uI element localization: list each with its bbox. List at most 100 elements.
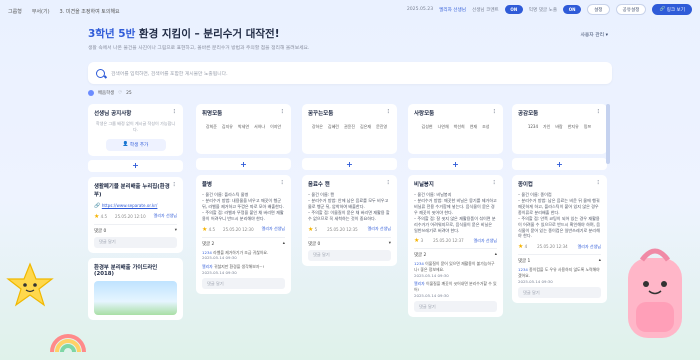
add-student-button[interactable]: 👤 학생 추가 xyxy=(105,138,166,151)
breadcrumb-item[interactable]: 부서(기) xyxy=(32,8,50,15)
column-title: 꿈꾸는모둠 xyxy=(308,111,334,117)
column-title-row: 사랑모둠 ⋮ xyxy=(414,109,497,117)
post-body: – 물건 이름: 종이컵 – 분리수거 방법: 남은 음료는 비운 뒤 물에 헹… xyxy=(518,192,600,239)
meta-author: 배움학생 xyxy=(98,91,115,96)
comment-row[interactable]: 댓글 2 ▴ xyxy=(414,248,497,258)
add-post-button[interactable]: + xyxy=(196,158,291,170)
comment-input[interactable]: 댓글 달기 xyxy=(308,249,391,261)
post-card[interactable]: 음료수 캔 ⋮ – 물건 이름: 캔 – 분리수거 방법: 안에 남은 음료를 … xyxy=(302,175,397,266)
board-title: 환경 지킴이 – 분리수거 대작전! xyxy=(138,28,280,40)
comment-time: 2025.05.14 09:30 xyxy=(414,272,449,278)
column-group: 꿈꾸는모둠 ⋮ 강하은 김혜린 권윤진 김은재 문진영 + 음료수 캔 ⋮ – … xyxy=(302,104,397,266)
star-icon: ★ xyxy=(202,225,208,233)
rainbow-icon xyxy=(50,334,86,352)
post-card[interactable]: 생활폐기물 분리배출 누리집(환경부) ⋮ 🔗 https://www.sepa… xyxy=(88,176,183,253)
post-title: 종이컵 xyxy=(518,182,533,188)
comment-text: 이물질을 깨끗이 씻어내면 분리수거할 수 있어! xyxy=(414,281,497,293)
top-controls: 2025.05.23 엘리자 선생님 선생님 코멘트 ON 익명 댓글 노출 O… xyxy=(407,4,692,15)
column-description: 학생은 그룹 배정 없이 게시글 작성이 가능합니다. xyxy=(95,121,176,132)
add-icon: + xyxy=(346,159,353,169)
rating: ★ 4.5 xyxy=(94,213,107,220)
comment-row[interactable]: 댓글 1 ▴ xyxy=(518,254,601,264)
comment-row[interactable]: 댓글 0 ▾ xyxy=(308,236,391,247)
horizontal-scrollbar[interactable] xyxy=(606,104,610,164)
post-link-row: 🔗 https://www.separate.or.kr/ xyxy=(94,203,177,209)
comment-count: 댓글 2 xyxy=(202,241,215,247)
teacher-comment-toggle[interactable]: ON xyxy=(504,5,523,14)
comment-row[interactable]: 댓글 2 ▴ xyxy=(202,236,285,247)
search-icon xyxy=(96,68,105,78)
post-link[interactable]: https://www.separate.or.kr/ xyxy=(102,203,158,208)
comment-input[interactable]: 댓글 달기 xyxy=(518,287,601,299)
column-title: 사랑모둠 xyxy=(414,111,435,117)
post-footer: ★ 4 25.05.20 12:34 엘리자 선생님 xyxy=(518,243,601,250)
search-bar[interactable]: 검색어를 입력하면, 검색어를 포함한 게시물만 노출됩니다. xyxy=(88,62,612,84)
link-view-button[interactable]: 🔗 링크 보기 xyxy=(652,4,692,15)
add-post-button[interactable]: + xyxy=(302,158,397,170)
rating-value: 4 xyxy=(524,244,528,250)
comment-input[interactable]: 댓글 달기 xyxy=(94,236,177,248)
member-tag: 한지유 xyxy=(567,124,579,129)
post-footer: ★ 4.5 25.05.20 12:10 엘리자 선생님 xyxy=(94,213,177,220)
post-title: 환경부 분리배출 가이드라인(2018) xyxy=(94,264,158,277)
more-icon[interactable]: ⋮ xyxy=(492,109,498,117)
post-card[interactable]: 물병 ⋮ – 물건 이름: 플라스틱 물병 – 분리수거 방법: 내용물을 비우… xyxy=(196,175,291,295)
more-icon[interactable]: ⋮ xyxy=(492,180,497,188)
comment-input[interactable]: 댓글 달기 xyxy=(202,278,285,290)
breadcrumb-item[interactable]: 그룹형 xyxy=(8,8,22,15)
add-icon: + xyxy=(132,161,139,171)
member-tag: 바람 xyxy=(555,124,563,129)
member-tags: 김성현 나연채 박선희 연재 조성 xyxy=(414,124,497,130)
add-post-button[interactable]: + xyxy=(88,159,183,172)
add-post-button[interactable]: + xyxy=(408,158,503,170)
page-title: 3학년 5반 환경 지킴이 – 분리수거 대작전! xyxy=(88,26,280,41)
add-student-label: 학생 추가 xyxy=(129,142,149,148)
rating-value: 4.5 xyxy=(208,226,216,232)
column-title: 공감모둠 xyxy=(518,111,539,117)
member-tag: 김은재 xyxy=(360,124,372,129)
column-title: 휘명모둠 xyxy=(202,111,223,117)
class-name: 3학년 5반 xyxy=(88,28,136,40)
add-post-button[interactable]: + xyxy=(512,158,607,170)
post-card[interactable]: 비닐봉지 ⋮ – 물건 이름: 비닐봉지 – 분리수거 방법: 깨끗한 비닐은 … xyxy=(408,175,503,318)
anonymous-comment-label: 익명 댓글 노출 xyxy=(528,7,558,13)
post-date: 25.05.20 12:30 xyxy=(223,226,254,232)
more-icon[interactable]: ⋮ xyxy=(172,182,177,198)
more-icon[interactable]: ⋮ xyxy=(280,180,285,188)
member-tags: 강하은 김혜린 권윤진 김은재 문진영 xyxy=(308,124,391,130)
member-tag: 밍쯔 xyxy=(583,124,592,129)
comment-author: 엘리자 xyxy=(202,263,213,269)
more-icon[interactable]: ⋮ xyxy=(172,109,178,117)
post-card[interactable]: 환경부 분리배출 가이드라인(2018) xyxy=(88,257,183,320)
member-tag: 가인 xyxy=(543,124,551,129)
comment-row[interactable]: 댓글 0 ▾ xyxy=(94,223,177,234)
comment-input[interactable]: 댓글 달기 xyxy=(414,301,497,313)
chevron-down-icon: ▾ xyxy=(605,33,608,38)
share-settings-button[interactable]: 공유설정 xyxy=(615,4,647,15)
meta-count: 25 xyxy=(126,90,132,96)
link-icon: 🔗 xyxy=(94,202,101,209)
comment-count: 댓글 0 xyxy=(94,228,107,234)
search-input[interactable]: 검색어를 입력하면, 검색어를 포함한 게시물만 노출됩니다. xyxy=(111,70,228,77)
user-management-menu[interactable]: 사용자 관리 ▾ xyxy=(580,31,608,38)
comment-time: 2025.05.14 09:30 xyxy=(518,278,553,284)
anonymous-comment-toggle[interactable]: ON xyxy=(563,5,582,14)
post-date: 25.05.20 12:10 xyxy=(115,213,146,219)
chevron-down-icon: ▾ xyxy=(174,227,177,233)
breadcrumb-item[interactable]: 3. 미견을 조정하여 토의해요 xyxy=(60,8,120,15)
more-icon[interactable]: ⋮ xyxy=(596,180,601,188)
rating-value: 3 xyxy=(420,238,424,244)
column-header: 꿈꾸는모둠 ⋮ 강하은 김혜린 권윤진 김은재 문진영 xyxy=(302,104,397,154)
more-icon[interactable]: ⋮ xyxy=(386,180,391,188)
more-icon[interactable]: ⋮ xyxy=(386,109,392,117)
board-subtitle: 생활 속에서 나온 물건을 사진이나 그림으로 표현하고, 올바른 분리수거 방… xyxy=(88,46,310,51)
comment-author: 1234 xyxy=(202,249,212,255)
star-icon: ★ xyxy=(414,237,420,245)
teacher-comment-label: 선생님 코멘트 xyxy=(471,7,499,13)
settings-button[interactable]: 설정 xyxy=(587,4,610,15)
more-icon[interactable]: ⋮ xyxy=(596,109,602,117)
more-icon[interactable]: ⋮ xyxy=(280,109,286,117)
add-icon: + xyxy=(240,159,247,169)
post-card[interactable]: 종이컵 ⋮ – 물건 이름: 종이컵 – 분리수거 방법: 남은 음료는 비운 … xyxy=(512,175,607,304)
chevron-down-icon: ▾ xyxy=(388,240,391,246)
